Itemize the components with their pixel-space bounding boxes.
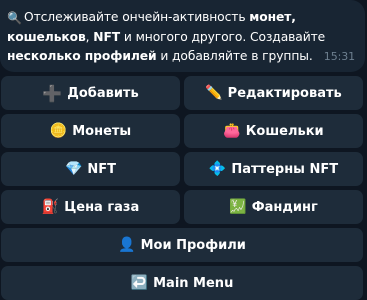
chart-icon: 💹 [229, 199, 247, 215]
nft-patterns-button[interactable]: 💠 Паттерны NFT [184, 152, 363, 186]
keyboard-row: 💎 NFT 💠 Паттерны NFT [1, 152, 363, 186]
coin-icon: 🪙 [49, 123, 68, 139]
pencil-icon: ✏️ [205, 85, 223, 101]
edit-button[interactable]: ✏️ Редактировать [184, 76, 363, 110]
my-profiles-button[interactable]: 👤 Мои Профили [1, 228, 363, 262]
keyboard-row: 👤 Мои Профили [1, 228, 363, 262]
search-icon: 🔍 [7, 11, 22, 25]
message-text: и добавляйте в группы. [156, 49, 313, 63]
main-menu-button-label: Main Menu [153, 275, 234, 291]
message-bold-text: NFT [93, 30, 121, 44]
coins-button-label: Монеты [72, 123, 132, 139]
coins-button[interactable]: 🪙 Монеты [1, 114, 180, 148]
keyboard-row: 🪙 Монеты 👛 Кошельки [1, 114, 363, 148]
message-timestamp: 15:31 [323, 50, 355, 63]
message-line-2: кошельков, NFT и многого другого. Создав… [7, 28, 353, 47]
nft-patterns-button-label: Паттерны NFT [231, 161, 339, 177]
add-button-label: Добавить [67, 85, 139, 101]
message-line-3: несколько профилей и добавляйте в группы… [7, 47, 353, 66]
keyboard-row: ↩️ Main Menu [1, 266, 363, 300]
message-bold-text: монет, [249, 10, 296, 24]
keyboard-row: ➕ Добавить ✏️ Редактировать [1, 76, 363, 110]
main-menu-button[interactable]: ↩️ Main Menu [1, 266, 363, 300]
bot-message-bubble: 🔍 Отслеживайте ончейн-активность монет, к… [0, 0, 365, 72]
gem-icon: 💎 [64, 161, 83, 177]
fuel-pump-icon: ⛽ [41, 199, 60, 215]
edit-button-label: Редактировать [227, 85, 342, 101]
message-line-1: 🔍 Отслеживайте ончейн-активность монет, [7, 8, 353, 28]
diamond-pattern-icon: 💠 [208, 161, 227, 177]
inline-keyboard: ➕ Добавить ✏️ Редактировать 🪙 Монеты 👛 К… [1, 72, 363, 300]
profile-icon: 👤 [118, 237, 136, 253]
nft-button[interactable]: 💎 NFT [1, 152, 180, 186]
message-text: Отслеживайте ончейн-активность [24, 10, 250, 24]
keyboard-row: ⛽ Цена газа 💹 Фандинг [1, 190, 363, 224]
funding-button[interactable]: 💹 Фандинг [184, 190, 363, 224]
message-bold-text: кошельков [7, 30, 86, 44]
return-arrow-icon: ↩️ [130, 275, 149, 291]
message-text: и многого другого. Создавайте [120, 30, 326, 44]
message-bold-text: несколько профилей [7, 49, 157, 63]
funding-button-label: Фандинг [251, 199, 318, 215]
my-profiles-button-label: Мои Профили [140, 237, 246, 253]
purse-icon: 👛 [223, 123, 241, 139]
gas-price-button[interactable]: ⛽ Цена газа [1, 190, 180, 224]
wallets-button[interactable]: 👛 Кошельки [184, 114, 363, 148]
wallets-button-label: Кошельки [245, 123, 324, 139]
gas-price-button-label: Цена газа [64, 199, 140, 215]
plus-icon: ➕ [42, 83, 63, 103]
add-button[interactable]: ➕ Добавить [1, 76, 180, 110]
nft-button-label: NFT [87, 161, 117, 177]
